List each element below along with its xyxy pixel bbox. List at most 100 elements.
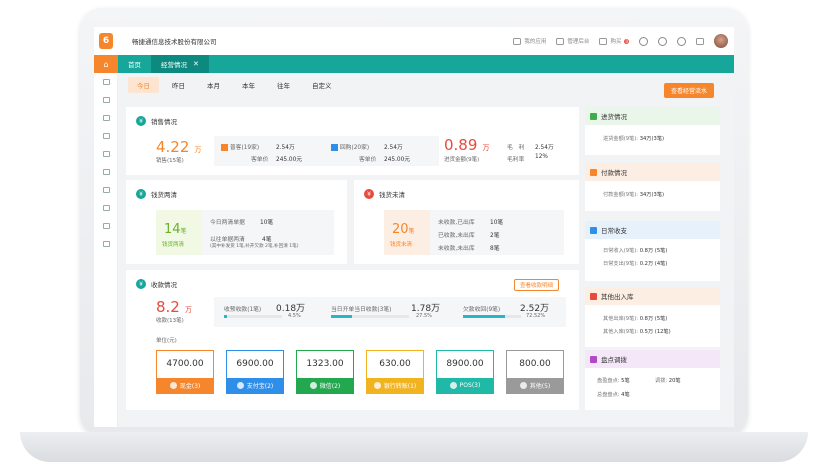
- sidebar-item-doc[interactable]: [94, 181, 118, 199]
- top-bar: 6 畅捷通信息技术股份有限公司 我的应用 管理后台 购买 0: [94, 27, 734, 55]
- uncleared-r2-label: 已收款,未出库: [438, 233, 475, 239]
- admin-button[interactable]: 管理后台: [556, 37, 589, 45]
- sidebar-item-settings[interactable]: [94, 199, 118, 217]
- retail-avg: 245.00元: [276, 157, 303, 163]
- buy-label: 购买: [610, 39, 622, 45]
- stock-gain-value: 5笔: [621, 378, 630, 384]
- payment-amount: 1323.00: [306, 359, 344, 369]
- stock-total-value: 4笔: [621, 392, 630, 398]
- transfer-label: 调拨:: [655, 378, 668, 384]
- admin-label: 管理后台: [567, 39, 590, 45]
- payment-method[interactable]: 8900.00 POS(3): [436, 350, 494, 394]
- sidebar-item-user[interactable]: [94, 163, 118, 181]
- payment-label: 其他(5): [507, 378, 563, 393]
- search-icon[interactable]: [639, 36, 648, 46]
- cloud-icon: [102, 241, 110, 247]
- wechat-icon: [309, 382, 317, 389]
- company-name: 畅捷通信息技术股份有限公司: [132, 38, 217, 46]
- filter-past-years[interactable]: 往年: [268, 77, 299, 93]
- sidebar-item-box[interactable]: [94, 73, 118, 91]
- sidebar: [94, 73, 118, 427]
- warehouse-icon: [590, 292, 597, 300]
- payment-amount: 4700.00: [166, 359, 204, 369]
- repeat-avg-label: 客单价: [359, 157, 377, 163]
- receipts-amount: 8.2: [156, 298, 180, 316]
- wallet-icon: [590, 226, 597, 234]
- filter-month[interactable]: 本月: [198, 77, 229, 93]
- repeat-amount: 2.54万: [384, 145, 403, 151]
- payment-label-text: 支付宝(2): [246, 383, 274, 390]
- sales-amount: 4.22: [156, 138, 190, 156]
- payment-method[interactable]: 6900.00 支付宝(2): [226, 350, 284, 394]
- payment-method[interactable]: 4700.00 现金(3): [156, 350, 214, 394]
- sales-unit: 万: [194, 146, 202, 154]
- clipboard-icon[interactable]: [696, 37, 704, 45]
- sidebar-item-cloud[interactable]: [94, 235, 118, 253]
- bell-icon[interactable]: [658, 36, 667, 46]
- cleared-today-label: 今日两清单据: [210, 220, 245, 226]
- cleared-icon: ¥: [136, 189, 146, 199]
- help-icon[interactable]: [677, 36, 686, 46]
- purchase-panel-title: 进货情况: [601, 113, 627, 121]
- payment-panel[interactable]: 付款情况 付款金额(9笔): 34万(3笔): [585, 163, 720, 211]
- cleared-count-unit: 笔: [180, 228, 187, 235]
- sidebar-item-org[interactable]: [94, 91, 118, 109]
- my-apps-button[interactable]: 我的应用: [513, 37, 546, 45]
- cleared-before: 4笔: [262, 237, 272, 243]
- payment-panel-value: 34万(3笔): [639, 192, 665, 198]
- uncleared-r1: 10笔: [490, 220, 504, 226]
- sidebar-item-store[interactable]: [94, 127, 118, 145]
- grid-icon: [513, 37, 522, 45]
- filter-custom[interactable]: 自定义: [303, 77, 341, 93]
- stock-check-panel[interactable]: 盘点调拨 盘盈盘点: 5笔 调拨: 20笔 总盘盘点: 4笔: [585, 350, 720, 410]
- other-icon: [519, 382, 527, 389]
- view-receipts-button[interactable]: 查看收款明细: [513, 279, 559, 291]
- pos-icon: [449, 382, 457, 389]
- payment-label-text: 其他(5): [529, 383, 551, 390]
- receipt-item-pct: 72.52%: [526, 313, 546, 319]
- payment-method[interactable]: 630.00 银行转账(1): [366, 350, 424, 394]
- view-flow-button[interactable]: 查看经营流水: [663, 83, 714, 98]
- my-apps-label: 我的应用: [524, 39, 547, 45]
- sidebar-item-puzzle[interactable]: [94, 217, 118, 235]
- purchase-panel[interactable]: 进货情况 进货金额(9笔): 34万(3笔): [585, 107, 720, 155]
- purchase-panel-value: 34万(3笔): [639, 136, 665, 142]
- cleared-before-label: 以往单据两清: [210, 237, 245, 243]
- app-logo[interactable]: 6: [94, 27, 118, 55]
- payment-method[interactable]: 1323.00 微信(2): [296, 350, 354, 394]
- close-icon[interactable]: ✕: [193, 60, 199, 68]
- tab-business-label: 经营情况: [161, 61, 187, 69]
- home-icon[interactable]: ⌂: [94, 55, 118, 73]
- rate-value: 12%: [535, 154, 548, 160]
- daily-expense-label: 日常支出(9笔):: [603, 261, 639, 267]
- daily-panel-title: 日常收支: [601, 227, 627, 235]
- cash-icon: [169, 382, 177, 389]
- sales-title: 销售情况: [151, 118, 177, 126]
- filter-today[interactable]: 今日: [128, 77, 159, 93]
- buy-button[interactable]: 购买 0: [599, 37, 629, 45]
- store-icon: [102, 133, 110, 139]
- sidebar-item-truck[interactable]: [94, 109, 118, 127]
- other-stock-title: 其他出入库: [601, 293, 634, 301]
- uncleared-r3-label: 未收款,未出库: [438, 246, 475, 252]
- buy-badge: 0: [624, 38, 629, 44]
- gear-icon: [102, 205, 110, 211]
- filter-year[interactable]: 本年: [233, 77, 264, 93]
- payment-label-text: 微信(2): [319, 383, 341, 390]
- receipt-item-label: 收预收款(1笔): [224, 307, 262, 313]
- other-stock-panel[interactable]: 其他出入库 其他出库(9笔): 0.8万 (5笔) 其他入库(9笔): 0.5万…: [585, 287, 720, 347]
- receipts-icon: ¥: [136, 279, 146, 289]
- tab-home[interactable]: 首页: [118, 55, 151, 73]
- receipts-title: 收款情况: [151, 281, 177, 289]
- purchase-icon: [590, 112, 597, 120]
- other-in-value: 0.5万 (12笔): [639, 329, 671, 335]
- daily-panel[interactable]: 日常收支 日常收入(9笔): 0.8万 (5笔) 日常支出(9笔): 0.2万 …: [585, 221, 720, 281]
- avatar[interactable]: [714, 34, 728, 48]
- sales-icon: ¥: [136, 116, 146, 126]
- tab-business[interactable]: 经营情况 ✕: [151, 55, 209, 73]
- uncleared-label: 钱货未清: [390, 242, 413, 248]
- sidebar-item-tag[interactable]: [94, 145, 118, 163]
- filter-yesterday[interactable]: 昨日: [163, 77, 194, 93]
- uncleared-r1-label: 未收款,已出库: [438, 220, 475, 226]
- payment-method[interactable]: 800.00 其他(5): [506, 350, 564, 394]
